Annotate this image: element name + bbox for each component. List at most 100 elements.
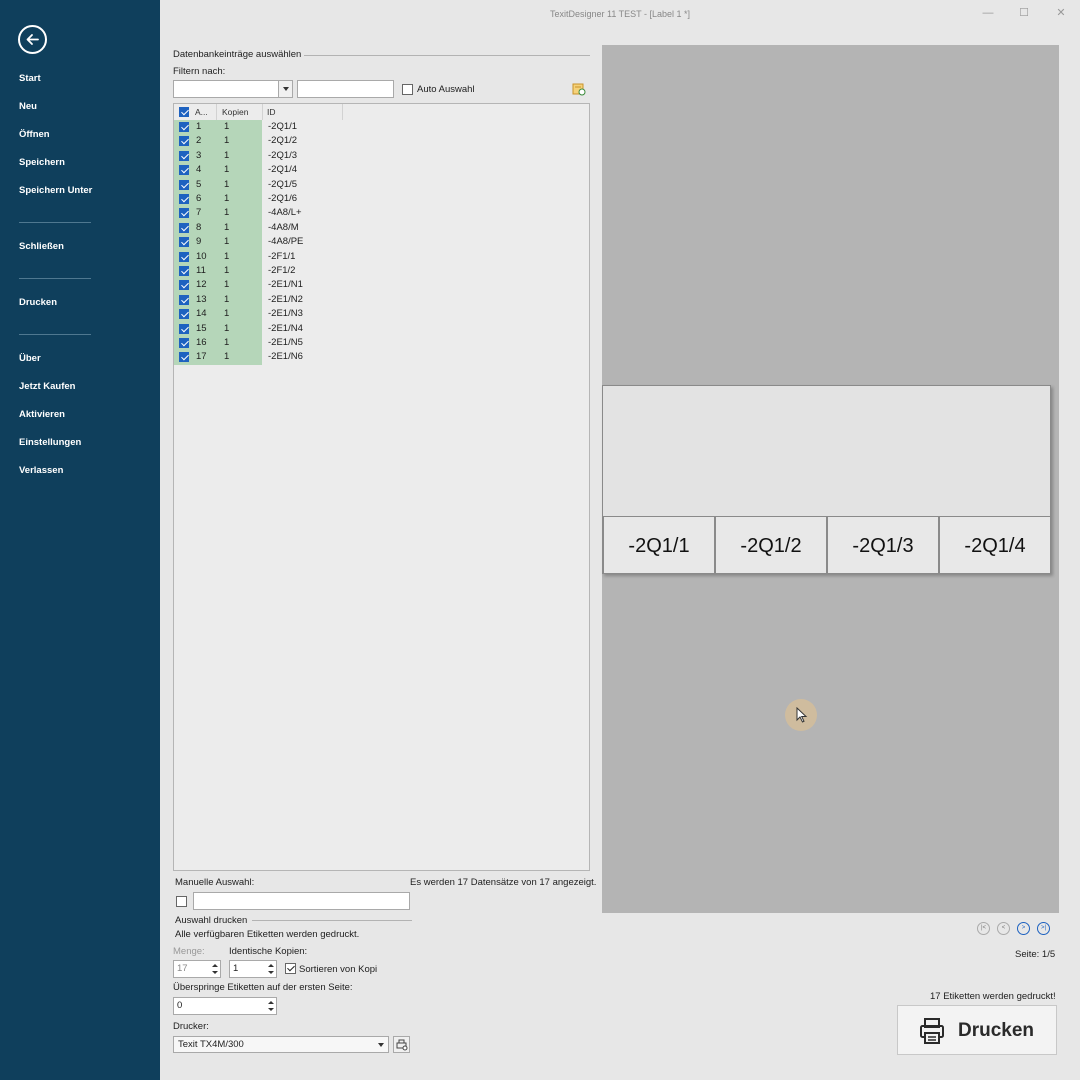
first-page-button[interactable]: |< — [977, 922, 990, 935]
table-row[interactable]: 15 1 -2E1/N4 — [174, 321, 344, 336]
table-row[interactable]: 17 1 -2E1/N6 — [174, 350, 344, 365]
printer-select[interactable]: Texit TX4M/300 — [173, 1036, 389, 1053]
row-checkbox[interactable] — [179, 165, 189, 176]
identical-copies-spin-arrows[interactable] — [265, 961, 276, 977]
row-copies[interactable]: 1 — [224, 250, 229, 264]
nav-buy-now[interactable]: Jetzt Kaufen — [19, 381, 75, 392]
print-button[interactable]: Drucken — [897, 1005, 1057, 1055]
row-checkbox[interactable] — [179, 136, 189, 147]
row-copies[interactable]: 1 — [224, 206, 229, 220]
nav-save[interactable]: Speichern — [19, 157, 65, 168]
identical-copies-label: Identische Kopien: — [229, 946, 308, 957]
row-checkbox[interactable] — [179, 194, 189, 204]
backstage-sidebar: Start Neu Öffnen Speichern Speichern Unt… — [0, 0, 160, 1080]
nav-close[interactable]: Schließen — [19, 241, 64, 252]
row-checkbox[interactable] — [179, 266, 189, 276]
nav-start[interactable]: Start — [19, 73, 41, 84]
table-row[interactable]: 2 1 -2Q1/2 — [174, 134, 344, 149]
table-row[interactable]: 12 1 -2E1/N1 — [174, 278, 344, 293]
table-row[interactable]: 5 1 -2Q1/5 — [174, 177, 344, 192]
table-row[interactable]: 9 1 -4A8/PE — [174, 235, 344, 250]
row-copies[interactable]: 1 — [224, 134, 229, 148]
row-copies[interactable]: 1 — [224, 192, 229, 206]
nav-save-as[interactable]: Speichern Unter — [19, 185, 92, 196]
row-checkbox[interactable] — [179, 338, 189, 348]
back-button[interactable] — [18, 25, 47, 54]
refresh-database-icon[interactable] — [572, 82, 586, 96]
identical-copies-spinner[interactable]: 1 — [229, 960, 277, 978]
row-id: -2F1/1 — [268, 250, 296, 262]
last-page-button[interactable]: >| — [1037, 922, 1050, 935]
manual-select-input[interactable] — [193, 892, 410, 910]
row-checkbox[interactable] — [179, 179, 189, 190]
row-copies[interactable]: 1 — [224, 322, 229, 336]
row-checkbox[interactable] — [179, 309, 189, 320]
table-row[interactable]: 8 1 -4A8/M — [174, 220, 344, 236]
manual-select-label: Manuelle Auswahl: — [175, 877, 255, 888]
column-header-id[interactable]: ID — [263, 104, 343, 120]
column-header-number[interactable]: A... — [191, 104, 217, 120]
quantity-spinner[interactable]: 17 — [173, 960, 221, 978]
row-number: 5 — [196, 178, 202, 190]
row-checkbox[interactable] — [179, 294, 189, 305]
skip-labels-spin-arrows[interactable] — [265, 998, 276, 1014]
row-copies[interactable]: 1 — [224, 293, 229, 307]
row-copies[interactable]: 1 — [224, 350, 229, 364]
printer-dropdown-arrow[interactable] — [374, 1037, 388, 1052]
previous-page-button[interactable]: < — [997, 922, 1010, 935]
row-checkbox[interactable] — [179, 122, 189, 132]
nav-settings[interactable]: Einstellungen — [19, 437, 81, 448]
table-row[interactable]: 6 1 -2Q1/6 — [174, 192, 344, 207]
table-row[interactable]: 11 1 -2F1/2 — [174, 264, 344, 279]
row-copies[interactable]: 1 — [224, 235, 229, 249]
column-header-copies[interactable]: Kopien — [218, 104, 263, 120]
row-checkbox[interactable] — [179, 222, 189, 233]
sort-copies-checkbox[interactable] — [285, 963, 296, 974]
printer-settings-button[interactable] — [393, 1036, 410, 1053]
filter-dropdown-arrow[interactable] — [278, 81, 292, 97]
minimize-button[interactable]: — — [981, 6, 995, 20]
next-page-button[interactable]: > — [1017, 922, 1030, 935]
row-checkbox[interactable] — [179, 323, 189, 334]
row-id: -2E1/N4 — [268, 322, 303, 334]
table-row[interactable]: 14 1 -2E1/N3 — [174, 307, 344, 322]
row-checkbox[interactable] — [179, 150, 189, 161]
close-button[interactable]: ✕ — [1054, 6, 1068, 20]
table-row[interactable]: 3 1 -2Q1/3 — [174, 148, 344, 164]
nav-exit[interactable]: Verlassen — [19, 465, 63, 476]
filter-text-input[interactable] — [297, 80, 394, 98]
row-copies[interactable]: 1 — [224, 307, 229, 321]
table-row[interactable]: 4 1 -2Q1/4 — [174, 163, 344, 178]
table-row[interactable]: 7 1 -4A8/L+ — [174, 206, 344, 221]
maximize-button[interactable]: ☐ — [1017, 6, 1031, 20]
nav-activate[interactable]: Aktivieren — [19, 409, 65, 420]
nav-open[interactable]: Öffnen — [19, 129, 50, 140]
nav-new[interactable]: Neu — [19, 101, 37, 112]
table-row[interactable]: 16 1 -2E1/N5 — [174, 336, 344, 351]
select-all-checkbox[interactable] — [179, 107, 189, 117]
row-copies[interactable]: 1 — [224, 221, 229, 235]
row-checkbox[interactable] — [179, 237, 189, 248]
row-copies[interactable]: 1 — [224, 120, 229, 134]
filter-field-select[interactable] — [173, 80, 293, 98]
row-checkbox[interactable] — [179, 208, 189, 219]
table-row[interactable]: 10 1 -2F1/1 — [174, 249, 344, 264]
table-row[interactable]: 13 1 -2E1/N2 — [174, 292, 344, 308]
row-copies[interactable]: 1 — [224, 149, 229, 163]
row-checkbox[interactable] — [179, 280, 189, 291]
row-copies[interactable]: 1 — [224, 336, 229, 350]
quantity-spin-arrows[interactable] — [209, 961, 220, 977]
records-grid[interactable]: A... Kopien ID 1 1 -2Q1/1 2 1 -2Q1/2 3 1 -2Q1/3 4… — [173, 103, 590, 871]
auto-select-checkbox[interactable] — [402, 84, 413, 95]
table-row[interactable]: 1 1 -2Q1/1 — [174, 120, 344, 135]
row-copies[interactable]: 1 — [224, 264, 229, 278]
row-copies[interactable]: 1 — [224, 278, 229, 292]
row-checkbox[interactable] — [179, 352, 189, 363]
nav-about[interactable]: Über — [19, 353, 41, 364]
row-checkbox[interactable] — [179, 251, 189, 262]
nav-print[interactable]: Drucken — [19, 297, 57, 308]
skip-labels-spinner[interactable]: 0 — [173, 997, 277, 1015]
row-copies[interactable]: 1 — [224, 178, 229, 192]
manual-select-checkbox[interactable] — [176, 896, 187, 907]
row-copies[interactable]: 1 — [224, 163, 229, 177]
